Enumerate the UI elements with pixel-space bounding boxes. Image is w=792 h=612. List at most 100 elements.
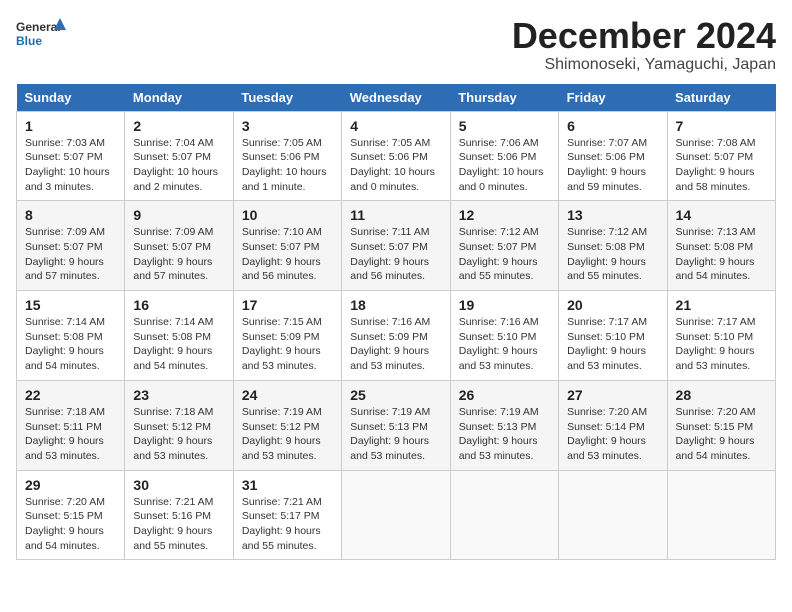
day-info: Sunrise: 7:05 AM Sunset: 5:06 PM Dayligh…	[350, 136, 441, 195]
day-header: Thursday	[450, 84, 558, 112]
day-info: Sunrise: 7:19 AM Sunset: 5:12 PM Dayligh…	[242, 405, 333, 464]
svg-text:Blue: Blue	[16, 34, 42, 48]
day-number: 9	[133, 207, 224, 223]
day-header: Wednesday	[342, 84, 450, 112]
table-row: 22 Sunrise: 7:18 AM Sunset: 5:11 PM Dayl…	[17, 380, 125, 470]
table-row: 20 Sunrise: 7:17 AM Sunset: 5:10 PM Dayl…	[559, 291, 667, 381]
day-info: Sunrise: 7:12 AM Sunset: 5:08 PM Dayligh…	[567, 225, 658, 284]
table-row: 24 Sunrise: 7:19 AM Sunset: 5:12 PM Dayl…	[233, 380, 341, 470]
table-row: 4 Sunrise: 7:05 AM Sunset: 5:06 PM Dayli…	[342, 111, 450, 201]
table-row: 9 Sunrise: 7:09 AM Sunset: 5:07 PM Dayli…	[125, 201, 233, 291]
table-row: 15 Sunrise: 7:14 AM Sunset: 5:08 PM Dayl…	[17, 291, 125, 381]
table-row: 19 Sunrise: 7:16 AM Sunset: 5:10 PM Dayl…	[450, 291, 558, 381]
table-row: 31 Sunrise: 7:21 AM Sunset: 5:17 PM Dayl…	[233, 470, 341, 560]
day-info: Sunrise: 7:17 AM Sunset: 5:10 PM Dayligh…	[676, 315, 767, 374]
day-info: Sunrise: 7:15 AM Sunset: 5:09 PM Dayligh…	[242, 315, 333, 374]
day-info: Sunrise: 7:09 AM Sunset: 5:07 PM Dayligh…	[133, 225, 224, 284]
table-row: 5 Sunrise: 7:06 AM Sunset: 5:06 PM Dayli…	[450, 111, 558, 201]
day-number: 21	[676, 297, 767, 313]
table-row: 3 Sunrise: 7:05 AM Sunset: 5:06 PM Dayli…	[233, 111, 341, 201]
table-row: 21 Sunrise: 7:17 AM Sunset: 5:10 PM Dayl…	[667, 291, 775, 381]
day-number: 14	[676, 207, 767, 223]
table-row: 26 Sunrise: 7:19 AM Sunset: 5:13 PM Dayl…	[450, 380, 558, 470]
table-row: 6 Sunrise: 7:07 AM Sunset: 5:06 PM Dayli…	[559, 111, 667, 201]
location: Shimonoseki, Yamaguchi, Japan	[512, 56, 776, 74]
day-number: 31	[242, 477, 333, 493]
day-number: 22	[25, 387, 116, 403]
day-info: Sunrise: 7:18 AM Sunset: 5:12 PM Dayligh…	[133, 405, 224, 464]
day-number: 18	[350, 297, 441, 313]
day-info: Sunrise: 7:11 AM Sunset: 5:07 PM Dayligh…	[350, 225, 441, 284]
logo-svg: General Blue	[16, 16, 66, 52]
day-number: 13	[567, 207, 658, 223]
day-info: Sunrise: 7:16 AM Sunset: 5:10 PM Dayligh…	[459, 315, 550, 374]
day-number: 8	[25, 207, 116, 223]
table-row: 7 Sunrise: 7:08 AM Sunset: 5:07 PM Dayli…	[667, 111, 775, 201]
day-number: 3	[242, 118, 333, 134]
table-row	[450, 470, 558, 560]
day-info: Sunrise: 7:03 AM Sunset: 5:07 PM Dayligh…	[25, 136, 116, 195]
table-row: 29 Sunrise: 7:20 AM Sunset: 5:15 PM Dayl…	[17, 470, 125, 560]
day-header: Sunday	[17, 84, 125, 112]
day-info: Sunrise: 7:13 AM Sunset: 5:08 PM Dayligh…	[676, 225, 767, 284]
day-number: 11	[350, 207, 441, 223]
day-info: Sunrise: 7:19 AM Sunset: 5:13 PM Dayligh…	[459, 405, 550, 464]
table-row: 16 Sunrise: 7:14 AM Sunset: 5:08 PM Dayl…	[125, 291, 233, 381]
table-row: 2 Sunrise: 7:04 AM Sunset: 5:07 PM Dayli…	[125, 111, 233, 201]
table-row: 28 Sunrise: 7:20 AM Sunset: 5:15 PM Dayl…	[667, 380, 775, 470]
day-number: 30	[133, 477, 224, 493]
day-number: 24	[242, 387, 333, 403]
table-row	[667, 470, 775, 560]
day-number: 10	[242, 207, 333, 223]
table-row: 10 Sunrise: 7:10 AM Sunset: 5:07 PM Dayl…	[233, 201, 341, 291]
day-header: Monday	[125, 84, 233, 112]
day-number: 25	[350, 387, 441, 403]
table-row: 13 Sunrise: 7:12 AM Sunset: 5:08 PM Dayl…	[559, 201, 667, 291]
calendar: SundayMondayTuesdayWednesdayThursdayFrid…	[16, 84, 776, 561]
day-number: 12	[459, 207, 550, 223]
day-number: 7	[676, 118, 767, 134]
day-info: Sunrise: 7:10 AM Sunset: 5:07 PM Dayligh…	[242, 225, 333, 284]
table-row: 11 Sunrise: 7:11 AM Sunset: 5:07 PM Dayl…	[342, 201, 450, 291]
day-info: Sunrise: 7:20 AM Sunset: 5:15 PM Dayligh…	[676, 405, 767, 464]
day-header: Friday	[559, 84, 667, 112]
day-number: 27	[567, 387, 658, 403]
day-info: Sunrise: 7:17 AM Sunset: 5:10 PM Dayligh…	[567, 315, 658, 374]
table-row: 25 Sunrise: 7:19 AM Sunset: 5:13 PM Dayl…	[342, 380, 450, 470]
day-info: Sunrise: 7:09 AM Sunset: 5:07 PM Dayligh…	[25, 225, 116, 284]
day-info: Sunrise: 7:16 AM Sunset: 5:09 PM Dayligh…	[350, 315, 441, 374]
day-number: 5	[459, 118, 550, 134]
day-number: 28	[676, 387, 767, 403]
table-row: 18 Sunrise: 7:16 AM Sunset: 5:09 PM Dayl…	[342, 291, 450, 381]
day-info: Sunrise: 7:07 AM Sunset: 5:06 PM Dayligh…	[567, 136, 658, 195]
day-number: 26	[459, 387, 550, 403]
table-row: 12 Sunrise: 7:12 AM Sunset: 5:07 PM Dayl…	[450, 201, 558, 291]
day-number: 17	[242, 297, 333, 313]
table-row	[342, 470, 450, 560]
day-info: Sunrise: 7:19 AM Sunset: 5:13 PM Dayligh…	[350, 405, 441, 464]
day-number: 16	[133, 297, 224, 313]
page-header: General Blue December 2024 Shimonoseki, …	[16, 16, 776, 74]
table-row: 17 Sunrise: 7:15 AM Sunset: 5:09 PM Dayl…	[233, 291, 341, 381]
day-header: Saturday	[667, 84, 775, 112]
day-number: 1	[25, 118, 116, 134]
month-title: December 2024	[512, 16, 776, 56]
day-info: Sunrise: 7:05 AM Sunset: 5:06 PM Dayligh…	[242, 136, 333, 195]
day-info: Sunrise: 7:04 AM Sunset: 5:07 PM Dayligh…	[133, 136, 224, 195]
day-number: 29	[25, 477, 116, 493]
day-info: Sunrise: 7:20 AM Sunset: 5:15 PM Dayligh…	[25, 495, 116, 554]
table-row: 1 Sunrise: 7:03 AM Sunset: 5:07 PM Dayli…	[17, 111, 125, 201]
table-row: 14 Sunrise: 7:13 AM Sunset: 5:08 PM Dayl…	[667, 201, 775, 291]
table-row	[559, 470, 667, 560]
day-number: 15	[25, 297, 116, 313]
table-row: 8 Sunrise: 7:09 AM Sunset: 5:07 PM Dayli…	[17, 201, 125, 291]
day-number: 2	[133, 118, 224, 134]
day-number: 19	[459, 297, 550, 313]
day-info: Sunrise: 7:14 AM Sunset: 5:08 PM Dayligh…	[25, 315, 116, 374]
day-number: 6	[567, 118, 658, 134]
day-info: Sunrise: 7:20 AM Sunset: 5:14 PM Dayligh…	[567, 405, 658, 464]
day-number: 4	[350, 118, 441, 134]
table-row: 27 Sunrise: 7:20 AM Sunset: 5:14 PM Dayl…	[559, 380, 667, 470]
day-number: 23	[133, 387, 224, 403]
day-info: Sunrise: 7:12 AM Sunset: 5:07 PM Dayligh…	[459, 225, 550, 284]
